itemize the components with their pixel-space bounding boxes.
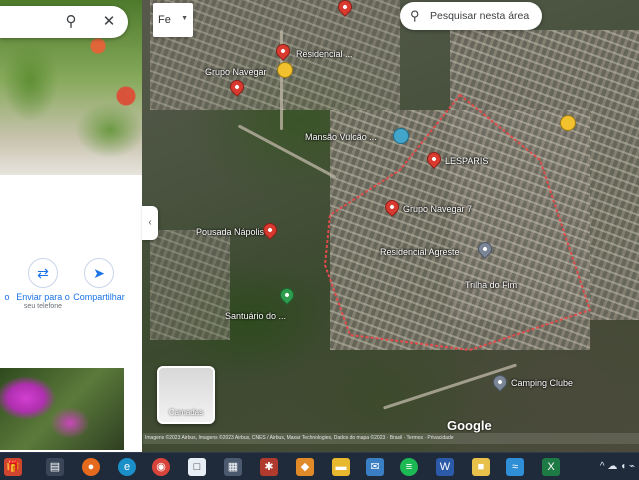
place-dot-yellow-right[interactable]: [560, 115, 576, 131]
place-label-residencial-agreste[interactable]: Residencial Agreste: [380, 247, 460, 257]
action-send-sublabel: seu telefone: [23, 303, 63, 310]
place-label-grupo-navegar-7[interactable]: Grupo Navegar 7: [403, 204, 472, 214]
chevron-down-icon: ▼: [181, 15, 188, 22]
gift-icon[interactable]: 🎁: [4, 458, 22, 476]
mail-icon[interactable]: ✉: [366, 458, 384, 476]
place-label-residencial[interactable]: Residencial ...: [296, 49, 353, 59]
spotify-icon[interactable]: ≡: [400, 458, 418, 476]
place-photo-bottom[interactable]: [0, 368, 124, 450]
chrome-icon[interactable]: ◉: [152, 458, 170, 476]
chart-icon[interactable]: ≈: [506, 458, 524, 476]
calculator-icon[interactable]: ▦: [224, 458, 242, 476]
file-icon[interactable]: □: [188, 458, 206, 476]
place-label-grupo-navegar[interactable]: Grupo Navegar: [205, 67, 267, 77]
action-share[interactable]: ➤ Compartilhar: [68, 258, 130, 302]
place-details-panel: ⚲ ✕ ◯ o ⇄ Enviar para o seu telefone ➤ C…: [0, 0, 142, 452]
layer-select-label: Fe: [158, 14, 171, 26]
place-label-pousada[interactable]: Pousada Nápolis: [196, 227, 264, 237]
firefox-icon[interactable]: ●: [82, 458, 100, 476]
place-label-santuario[interactable]: Santuário do ...: [225, 311, 286, 321]
send-to-phone-icon: ⇄: [28, 258, 58, 288]
action-share-label: Compartilhar: [73, 292, 125, 302]
task-view-icon[interactable]: ▤: [46, 458, 64, 476]
search-box[interactable]: ⚲ ✕: [0, 6, 128, 38]
action-send-label: Enviar para o: [16, 292, 70, 302]
layers-label: Camadas: [168, 408, 204, 417]
app-red-icon[interactable]: ✱: [260, 458, 278, 476]
layers-button[interactable]: Camadas: [157, 366, 215, 424]
edge-icon[interactable]: e: [118, 458, 136, 476]
windows-taskbar: 🎁 ▤ ● e ◉ □ ▦ ✱ ◆ ▬ ✉ ≡ W ■ ≈ X ^ ☁ ◖ ⌁: [0, 452, 639, 480]
word-icon[interactable]: W: [436, 458, 454, 476]
folder-icon[interactable]: ▬: [332, 458, 350, 476]
panel-actions: ◯ o ⇄ Enviar para o seu telefone ➤ Compa…: [0, 258, 142, 318]
place-label-lesparis[interactable]: LESPARIS: [445, 156, 488, 166]
app-orange-icon[interactable]: ◆: [296, 458, 314, 476]
search-icon: ⚲: [410, 8, 420, 23]
map-attribution: Imagens ©2023 Airbus, Imagens ©2023 Airb…: [143, 433, 639, 444]
system-tray[interactable]: ^ ☁ ◖ ⌁: [600, 453, 635, 480]
place-label-camping[interactable]: Camping Clube: [511, 378, 573, 388]
search-area-label: Pesquisar nesta área: [430, 10, 530, 22]
search-this-area-button[interactable]: ⚲ Pesquisar nesta área: [400, 2, 542, 30]
place-label-trilha[interactable]: Trilha do Fim: [465, 280, 517, 290]
files-icon[interactable]: ■: [472, 458, 490, 476]
google-logo: Google: [447, 418, 492, 433]
layer-select[interactable]: Fe ▼: [153, 3, 193, 37]
action-send-to-phone[interactable]: ⇄ Enviar para o seu telefone: [12, 258, 74, 310]
close-icon[interactable]: ✕: [100, 13, 118, 31]
place-star-mansao[interactable]: [393, 128, 409, 144]
place-label-mansao[interactable]: Mansão Vulcão ...: [305, 132, 377, 142]
share-icon: ➤: [84, 258, 114, 288]
collapse-panel-button[interactable]: ‹: [142, 206, 158, 240]
search-icon[interactable]: ⚲: [62, 13, 80, 31]
excel-icon[interactable]: X: [542, 458, 560, 476]
place-dot-yellow[interactable]: [277, 62, 293, 78]
